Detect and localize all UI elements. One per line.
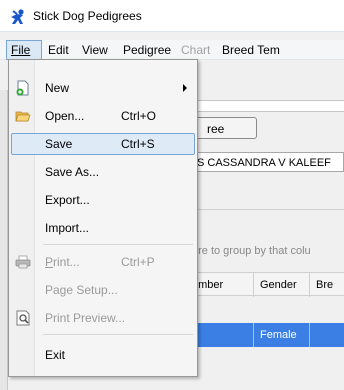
menu-file[interactable]: File: [11, 43, 30, 57]
menu-item-new[interactable]: New: [11, 77, 195, 99]
menu-breed-templates[interactable]: Breed Tem: [222, 43, 280, 57]
window-title: Stick Dog Pedigrees: [33, 9, 142, 23]
menu-item-export[interactable]: Export...: [11, 189, 195, 211]
menu-item-save[interactable]: Save Ctrl+S: [11, 133, 195, 155]
pedigree-tree-button[interactable]: ree: [195, 117, 257, 139]
grid-header: umber Gender Bre: [190, 272, 344, 297]
group-by-hint: ere to group by that colu: [192, 245, 311, 257]
menu-chart[interactable]: Chart: [181, 43, 210, 57]
menu-item-print-preview[interactable]: Print Preview...: [11, 307, 195, 329]
menu-item-open[interactable]: Open... Ctrl+O: [11, 105, 195, 127]
print-label: Print...: [45, 255, 80, 269]
filter-panel: [190, 178, 344, 210]
column-header-breed[interactable]: Bre: [310, 273, 344, 297]
menu-bar: File Edit View Pedigree Chart Breed Tem: [0, 40, 344, 60]
menu-edit[interactable]: Edit: [48, 43, 69, 57]
menu-item-exit[interactable]: Exit: [11, 344, 195, 366]
menu-item-import[interactable]: Import...: [11, 217, 195, 239]
menu-view[interactable]: View: [82, 43, 108, 57]
gender-cell: Female: [254, 323, 310, 347]
open-folder-icon: [15, 111, 31, 122]
left-panel-edge: [0, 90, 8, 390]
table-row[interactable]: Female: [190, 323, 344, 347]
submenu-arrow-icon: [183, 84, 187, 92]
stick-dog-icon: [11, 9, 24, 24]
print-preview-icon: [16, 310, 30, 326]
menu-item-page-setup[interactable]: Page Setup...: [11, 279, 195, 301]
toolbar-strip: [190, 100, 344, 112]
dog-name-field[interactable]: S CASSANDRA V KALEEF: [190, 152, 344, 172]
menu-separator: [43, 244, 193, 245]
title-bar: Stick Dog Pedigrees: [0, 0, 344, 32]
menu-separator: [43, 334, 193, 335]
menu-item-print[interactable]: Print... Ctrl+P: [11, 251, 195, 273]
printer-icon: [15, 255, 31, 269]
file-menu: New Open... Ctrl+O Save Ctrl+S Save As..…: [8, 59, 198, 377]
new-document-icon: [16, 80, 29, 96]
menu-pedigree[interactable]: Pedigree: [123, 43, 171, 57]
menu-item-save-as[interactable]: Save As...: [11, 161, 195, 183]
column-header-gender[interactable]: Gender: [254, 273, 310, 297]
column-header-number[interactable]: umber: [190, 273, 254, 297]
